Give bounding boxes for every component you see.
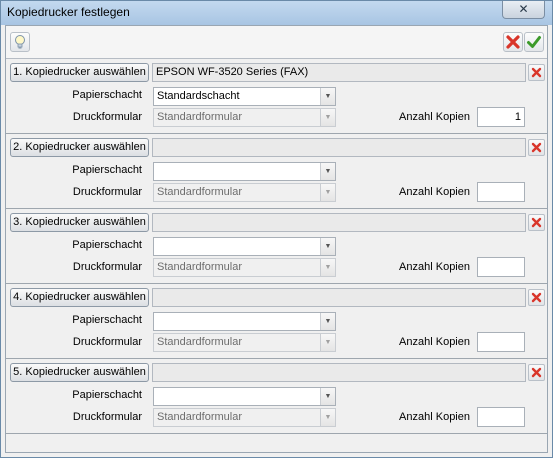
papierschacht-select-5[interactable]: ▼ xyxy=(153,387,336,406)
anzahl-kopien-label: Anzahl Kopien xyxy=(399,186,470,198)
papierschacht-select-2[interactable]: ▼ xyxy=(153,162,336,181)
chevron-down-icon: ▼ xyxy=(320,334,335,351)
druckformular-value-5: Standardformular xyxy=(157,411,242,423)
druckformular-label: Druckformular xyxy=(72,186,142,198)
druckformular-label: Druckformular xyxy=(72,111,142,123)
papierschacht-label: Papierschacht xyxy=(72,389,142,401)
printer-section-4: 4. Kopiedrucker auswählen Papierschacht … xyxy=(6,284,547,359)
druckformular-value-2: Standardformular xyxy=(157,186,242,198)
remove-printer-button-4[interactable] xyxy=(528,289,545,306)
chevron-down-icon: ▼ xyxy=(320,109,335,126)
hint-button[interactable] xyxy=(10,32,30,52)
select-printer-button-2[interactable]: 2. Kopiedrucker auswählen xyxy=(10,138,149,157)
chevron-down-icon[interactable]: ▼ xyxy=(320,388,335,405)
printer-field-4[interactable] xyxy=(152,288,526,307)
chevron-down-icon[interactable]: ▼ xyxy=(320,313,335,330)
chevron-down-icon: ▼ xyxy=(320,409,335,426)
anzahl-kopien-input-5[interactable] xyxy=(477,407,525,427)
papierschacht-label: Papierschacht xyxy=(72,89,142,101)
druckformular-value-4: Standardformular xyxy=(157,336,242,348)
select-printer-button-1[interactable]: 1. Kopiedrucker auswählen xyxy=(10,63,149,82)
remove-printer-button-3[interactable] xyxy=(528,214,545,231)
printer-field-5[interactable] xyxy=(152,363,526,382)
anzahl-kopien-input-3[interactable] xyxy=(477,257,525,277)
anzahl-kopien-input-4[interactable] xyxy=(477,332,525,352)
dialog-body: 1. Kopiedrucker auswählen EPSON WF-3520 … xyxy=(5,25,548,453)
printer-field-2[interactable] xyxy=(152,138,526,157)
druckformular-label: Druckformular xyxy=(72,336,142,348)
select-printer-button-5[interactable]: 5. Kopiedrucker auswählen xyxy=(10,363,149,382)
papierschacht-select-4[interactable]: ▼ xyxy=(153,312,336,331)
papierschacht-value-1: Standardschacht xyxy=(157,90,240,102)
ok-button[interactable] xyxy=(524,32,544,52)
toolbar xyxy=(6,26,547,59)
papierschacht-label: Papierschacht xyxy=(72,239,142,251)
window-title: Kopiedrucker festlegen xyxy=(7,5,130,19)
druckformular-select-4: Standardformular ▼ xyxy=(153,333,336,352)
papierschacht-label: Papierschacht xyxy=(72,164,142,176)
chevron-down-icon: ▼ xyxy=(320,259,335,276)
papierschacht-select-1[interactable]: Standardschacht ▼ xyxy=(153,87,336,106)
printer-section-2: 2. Kopiedrucker auswählen Papierschacht … xyxy=(6,134,547,209)
papierschacht-label: Papierschacht xyxy=(72,314,142,326)
printer-field-1[interactable]: EPSON WF-3520 Series (FAX) xyxy=(152,63,526,82)
druckformular-label: Druckformular xyxy=(72,411,142,423)
druckformular-label: Druckformular xyxy=(72,261,142,273)
chevron-down-icon[interactable]: ▼ xyxy=(320,238,335,255)
remove-printer-button-1[interactable] xyxy=(528,64,545,81)
dialog-window: Kopiedrucker festlegen ✕ 1. Kopiedrucker… xyxy=(0,0,553,458)
close-button[interactable]: ✕ xyxy=(502,1,545,19)
druckformular-select-1: Standardformular ▼ xyxy=(153,108,336,127)
select-printer-button-3[interactable]: 3. Kopiedrucker auswählen xyxy=(10,213,149,232)
printer-section-1: 1. Kopiedrucker auswählen EPSON WF-3520 … xyxy=(6,59,547,134)
anzahl-kopien-input-2[interactable] xyxy=(477,182,525,202)
remove-printer-button-2[interactable] xyxy=(528,139,545,156)
printer-field-3[interactable] xyxy=(152,213,526,232)
druckformular-select-2: Standardformular ▼ xyxy=(153,183,336,202)
anzahl-kopien-label: Anzahl Kopien xyxy=(399,111,470,123)
select-printer-button-4[interactable]: 4. Kopiedrucker auswählen xyxy=(10,288,149,307)
printer-section-3: 3. Kopiedrucker auswählen Papierschacht … xyxy=(6,209,547,284)
anzahl-kopien-label: Anzahl Kopien xyxy=(399,336,470,348)
anzahl-kopien-input-1[interactable]: 1 xyxy=(477,107,525,127)
chevron-down-icon: ▼ xyxy=(320,184,335,201)
title-bar[interactable]: Kopiedrucker festlegen ✕ xyxy=(1,1,552,25)
cancel-button[interactable] xyxy=(503,32,523,52)
papierschacht-select-3[interactable]: ▼ xyxy=(153,237,336,256)
druckformular-select-3: Standardformular ▼ xyxy=(153,258,336,277)
chevron-down-icon[interactable]: ▼ xyxy=(320,163,335,180)
chevron-down-icon[interactable]: ▼ xyxy=(320,88,335,105)
druckformular-select-5: Standardformular ▼ xyxy=(153,408,336,427)
remove-printer-button-5[interactable] xyxy=(528,364,545,381)
anzahl-kopien-label: Anzahl Kopien xyxy=(399,411,470,423)
anzahl-kopien-label: Anzahl Kopien xyxy=(399,261,470,273)
druckformular-value-3: Standardformular xyxy=(157,261,242,273)
printer-section-5: 5. Kopiedrucker auswählen Papierschacht … xyxy=(6,359,547,434)
druckformular-value-1: Standardformular xyxy=(157,111,242,123)
